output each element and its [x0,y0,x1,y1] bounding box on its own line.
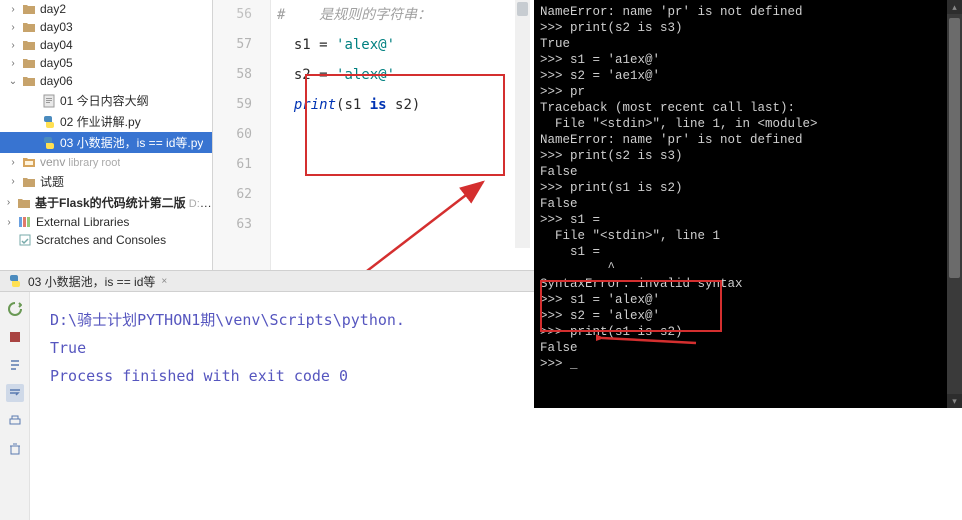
editor-scrollbar[interactable] [515,0,530,248]
tree-item-day05[interactable]: › day05 [0,54,212,72]
chevron-right-icon: › [8,22,18,33]
tree-label: day2 [40,2,66,16]
tree-label: External Libraries [36,215,129,229]
code-pane[interactable]: # 是规则的字符串： s1 = 'alex@' s2 = 'alex@' pri… [271,0,534,280]
scroll-up-icon[interactable]: ▴ [947,0,962,14]
tree-item-03py[interactable]: 03 小数据池，is == id等.py [0,132,212,153]
terminal-panel[interactable]: NameError: name 'pr' is not defined >>> … [534,0,962,408]
terminal-scrollbar[interactable]: ▴ ▾ [947,0,962,408]
scrollbar-thumb[interactable] [949,18,960,278]
code-editor[interactable]: 56 57 58 59 60 61 62 63 # 是规则的字符串： s1 = … [213,0,534,280]
folder-icon [22,56,36,70]
python-file-icon [42,115,56,129]
tree-item-day06[interactable]: ⌄ day06 [0,72,212,90]
folder-icon [22,20,36,34]
tree-item-day03[interactable]: › day03 [0,18,212,36]
chevron-down-icon: ⌄ [8,76,18,87]
chevron-right-icon: › [4,217,14,228]
editor-gutter: 56 57 58 59 60 61 62 63 [213,0,271,280]
python-file-icon [42,136,56,150]
run-console[interactable]: D:\骑士计划PYTHON1期\venv\Scripts\python. Tru… [30,292,534,520]
tree-item-scratch[interactable]: Scratches and Consoles [0,231,212,249]
folder-icon [22,38,36,52]
folder-icon [22,2,36,16]
rerun-button[interactable] [6,300,24,318]
tree-label: 01 今日内容大纲 [60,92,149,109]
tree-label: 03 小数据池，is == id等.py [60,134,203,151]
scroll-down-icon[interactable]: ▾ [947,394,962,408]
tree-item-shiti[interactable]: › 试题 [0,171,212,192]
scroll-to-end-button[interactable] [6,356,24,374]
project-tree: › day2 › day03 › day04 › day05 ⌄ day06 [0,0,213,280]
scrollbar-thumb[interactable] [517,2,528,16]
chevron-right-icon: › [8,58,18,69]
tree-label: day06 [40,74,73,88]
tree-label: Scratches and Consoles [36,233,166,247]
chevron-right-icon: › [8,176,18,187]
stop-button[interactable] [6,328,24,346]
tree-label: venv library root [40,155,120,169]
tree-item-02py[interactable]: 02 作业讲解.py [0,111,212,132]
folder-icon [17,196,31,210]
tree-item-venv[interactable]: › venv library root [0,153,212,171]
close-icon[interactable]: × [161,276,167,287]
terminal-output: NameError: name 'pr' is not defined >>> … [534,0,952,408]
text-file-icon [42,94,56,108]
console-output: True [50,334,514,362]
python-file-icon [8,274,22,288]
run-tab-bar: 03 小数据池，is == id等 × [0,270,534,292]
folder-icon [22,74,36,88]
chevron-right-icon: › [4,197,13,208]
chevron-right-icon: › [8,4,18,15]
tree-item-day2[interactable]: › day2 [0,0,212,18]
tree-item-day04[interactable]: › day04 [0,36,212,54]
console-exit: Process finished with exit code 0 [50,362,514,390]
folder-icon [22,175,36,189]
trash-button[interactable] [6,440,24,458]
tree-label: day03 [40,20,73,34]
tree-item-01txt[interactable]: 01 今日内容大纲 [0,90,212,111]
tree-label: 试题 [40,173,64,190]
tree-label: 02 作业讲解.py [60,113,141,130]
tree-item-flask[interactable]: › 基于Flask的代码统计第二版 D:\基于F [0,192,212,213]
library-icon [18,215,32,229]
tree-item-ext-lib[interactable]: › External Libraries [0,213,212,231]
print-button[interactable] [6,412,24,430]
run-toolbar [0,292,30,520]
run-tab-label[interactable]: 03 小数据池，is == id等 [28,273,155,290]
library-folder-icon [22,155,36,169]
chevron-right-icon: › [8,40,18,51]
console-path: D:\骑士计划PYTHON1期\venv\Scripts\python. [50,306,514,334]
tree-label: day04 [40,38,73,52]
soft-wrap-button[interactable] [6,384,24,402]
tree-label: 基于Flask的代码统计第二版 D:\基于F [35,194,212,211]
scratch-icon [18,233,32,247]
chevron-right-icon: › [8,157,18,168]
tree-label: day05 [40,56,73,70]
code-comment: # 是规则的字符串： [277,7,431,23]
